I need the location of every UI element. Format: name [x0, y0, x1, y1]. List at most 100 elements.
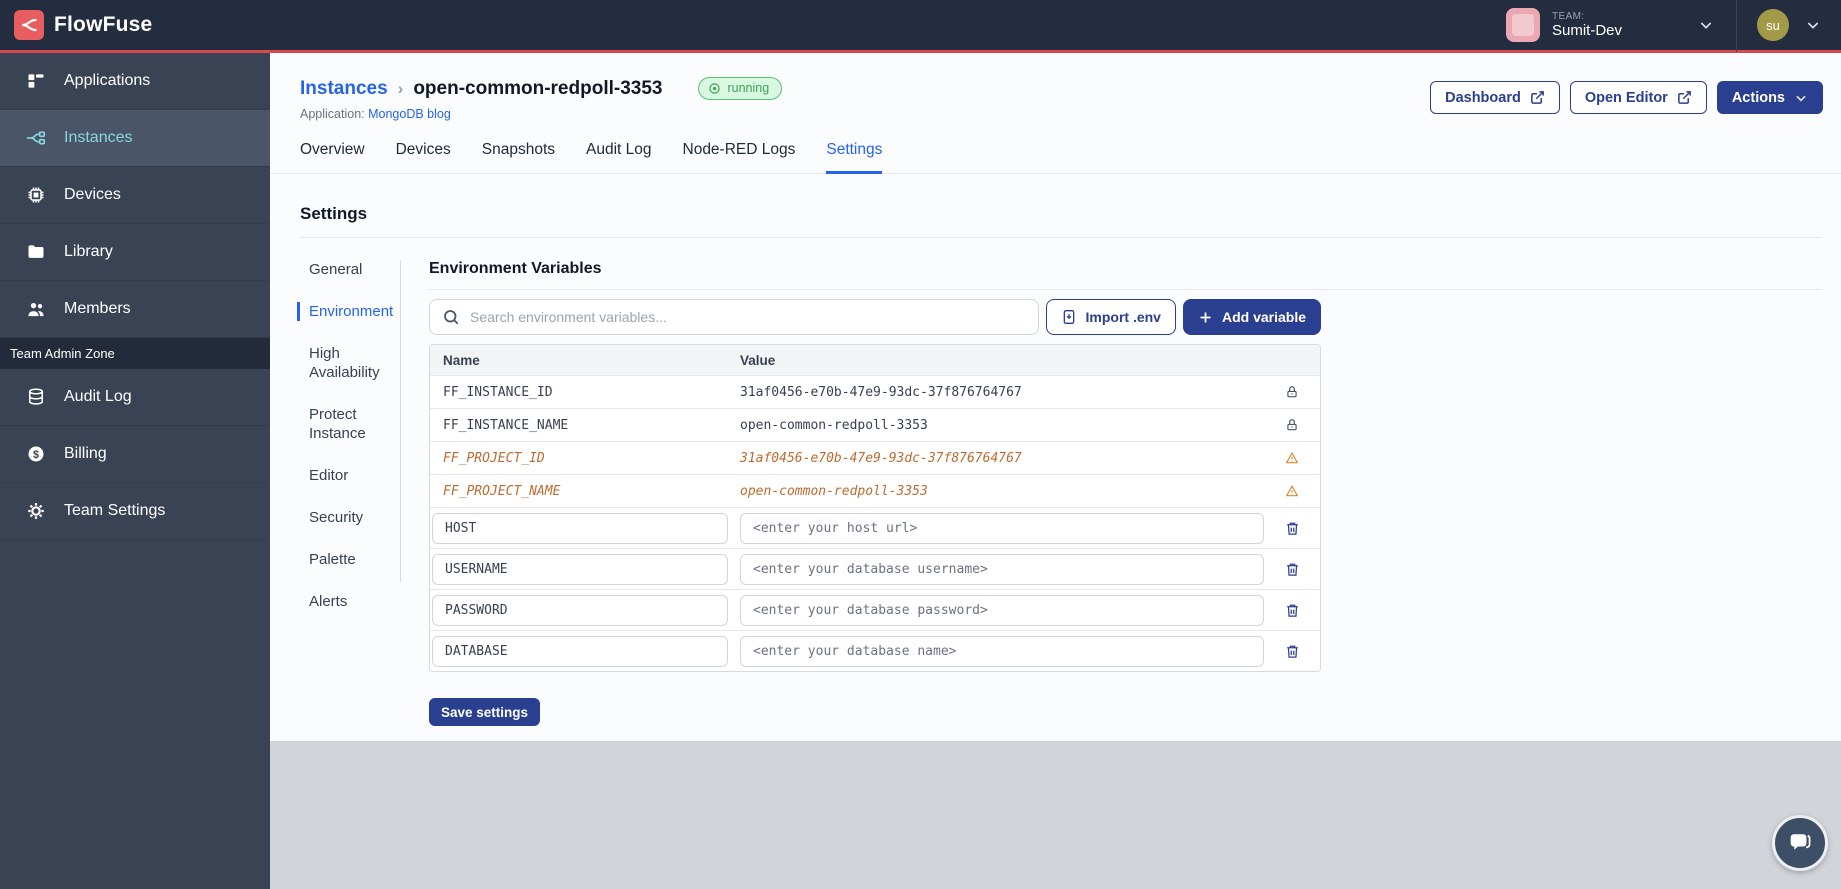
sidebar-item-applications[interactable]: Applications [0, 53, 270, 110]
sidebar-item-label: Team Settings [64, 502, 166, 519]
warning-icon [1264, 484, 1320, 498]
sidebar-item-label: Library [64, 243, 113, 260]
user-menu[interactable]: su [1737, 9, 1841, 41]
tab-settings[interactable]: Settings [826, 141, 883, 174]
status-badge: running [698, 77, 783, 100]
table-row: FF_INSTANCE_ID 31af0456-e70b-47e9-93dc-3… [430, 375, 1320, 408]
subnav-item-general[interactable]: General [309, 260, 400, 279]
lock-icon [1264, 418, 1320, 432]
sidebar-item-devices[interactable]: Devices [0, 167, 270, 224]
audit-log-icon [25, 387, 47, 407]
search-input[interactable] [470, 309, 1026, 325]
status-badge-label: running [727, 81, 770, 95]
table-row: FF_INSTANCE_NAME open-common-redpoll-335… [430, 408, 1320, 441]
sidebar-item-team-settings[interactable]: Team Settings [0, 483, 270, 540]
add-variable-button[interactable]: Add variable [1182, 299, 1321, 335]
breadcrumb-instances-link[interactable]: Instances [300, 78, 388, 100]
chat-icon [1786, 829, 1814, 857]
instances-icon [25, 127, 47, 149]
sidebar-item-label: Instances [64, 129, 133, 146]
env-var-name: FF_PROJECT_ID [443, 450, 545, 466]
table-row-editable [430, 507, 1320, 548]
table-row-editable [430, 548, 1320, 589]
flowfuse-home-link[interactable]: FlowFuse [0, 0, 152, 50]
delete-variable-button[interactable] [1283, 601, 1302, 620]
tab-overview[interactable]: Overview [300, 141, 365, 174]
sidebar-item-instances[interactable]: Instances [0, 110, 270, 167]
import-env-button[interactable]: Import .env [1045, 299, 1176, 335]
sidebar-item-members[interactable]: Members [0, 281, 270, 338]
application-link[interactable]: MongoDB blog [368, 107, 451, 121]
external-link-icon [1530, 90, 1545, 105]
env-name-input[interactable] [432, 635, 728, 667]
main-content: Instances › open-common-redpoll-3353 run… [270, 53, 1841, 741]
sidebar-item-label: Devices [64, 186, 121, 203]
env-name-input[interactable] [432, 594, 728, 626]
open-editor-button[interactable]: Open Editor [1569, 81, 1707, 114]
instance-name: open-common-redpoll-3353 [413, 77, 663, 99]
tab-snapshots[interactable]: Snapshots [482, 141, 555, 174]
library-icon [25, 242, 47, 262]
team-admin-zone-label: Team Admin Zone [0, 338, 270, 369]
subnav-item-protect-instance[interactable]: Protect Instance [309, 405, 400, 443]
env-var-value: 31af0456-e70b-47e9-93dc-37f876764767 [740, 384, 1022, 400]
column-header-name: Name [443, 352, 480, 368]
env-name-input[interactable] [432, 553, 728, 585]
search-icon [442, 308, 460, 326]
import-env-button-label: Import .env [1085, 309, 1161, 325]
sidebar: Applications Instances Devices Library M… [0, 53, 270, 889]
settings-subnav: General Environment High Availability Pr… [297, 260, 401, 610]
external-link-icon [1677, 90, 1692, 105]
env-value-input[interactable] [740, 635, 1264, 667]
flowfuse-logo-icon [14, 10, 44, 40]
application-label: Application: [300, 107, 365, 121]
subnav-item-palette[interactable]: Palette [309, 550, 400, 569]
delete-variable-button[interactable] [1283, 519, 1302, 538]
sidebar-item-billing[interactable]: $ Billing [0, 426, 270, 483]
team-selector[interactable]: TEAM: Sumit-Dev [1484, 0, 1736, 50]
tab-devices[interactable]: Devices [396, 141, 451, 174]
tab-node-red-logs[interactable]: Node-RED Logs [683, 141, 796, 174]
divider [429, 289, 1822, 290]
chevron-down-icon [1698, 17, 1714, 33]
env-value-input[interactable] [740, 512, 1264, 544]
breadcrumb: Instances › open-common-redpoll-3353 run… [300, 77, 783, 100]
env-value-input[interactable] [740, 594, 1264, 626]
devices-icon [25, 185, 47, 205]
sidebar-item-audit-log[interactable]: Audit Log [0, 369, 270, 426]
chat-widget-button[interactable] [1772, 815, 1828, 871]
subnav-item-alerts[interactable]: Alerts [309, 592, 400, 611]
members-icon [25, 299, 47, 319]
subnav-item-editor[interactable]: Editor [309, 466, 400, 485]
env-value-input[interactable] [740, 553, 1264, 585]
brand-name: FlowFuse [54, 13, 153, 36]
subnav-item-security[interactable]: Security [309, 508, 400, 527]
table-header: Name Value [430, 345, 1320, 375]
column-header-value: Value [740, 352, 776, 368]
tab-audit-log[interactable]: Audit Log [586, 141, 652, 174]
dashboard-button-label: Dashboard [1445, 89, 1521, 106]
section-title: Environment Variables [429, 260, 602, 277]
save-settings-button[interactable]: Save settings [429, 698, 541, 726]
delete-variable-button[interactable] [1283, 642, 1302, 661]
svg-text:$: $ [33, 449, 39, 461]
warning-icon [1264, 451, 1320, 465]
billing-icon: $ [25, 444, 47, 464]
chevron-down-icon [1805, 17, 1821, 33]
actions-button[interactable]: Actions [1716, 81, 1823, 114]
sidebar-item-library[interactable]: Library [0, 224, 270, 281]
subnav-item-environment[interactable]: Environment [297, 302, 400, 321]
env-variables-table: Name Value FF_INSTANCE_ID 31af0456-e70b-… [429, 344, 1321, 672]
open-editor-button-label: Open Editor [1584, 89, 1668, 106]
table-row-deprecated: FF_PROJECT_ID 31af0456-e70b-47e9-93dc-37… [430, 441, 1320, 474]
team-label: TEAM: [1551, 10, 1585, 22]
sidebar-item-label: Billing [64, 445, 107, 462]
env-name-input[interactable] [432, 512, 728, 544]
dashboard-button[interactable]: Dashboard [1430, 81, 1560, 114]
sidebar-item-label: Members [64, 300, 131, 317]
subnav-item-high-availability[interactable]: High Availability [309, 344, 400, 382]
env-var-name: FF_PROJECT_NAME [443, 483, 561, 499]
delete-variable-button[interactable] [1283, 560, 1302, 579]
search-box [429, 299, 1039, 335]
table-row-deprecated: FF_PROJECT_NAME open-common-redpoll-3353 [430, 474, 1320, 507]
